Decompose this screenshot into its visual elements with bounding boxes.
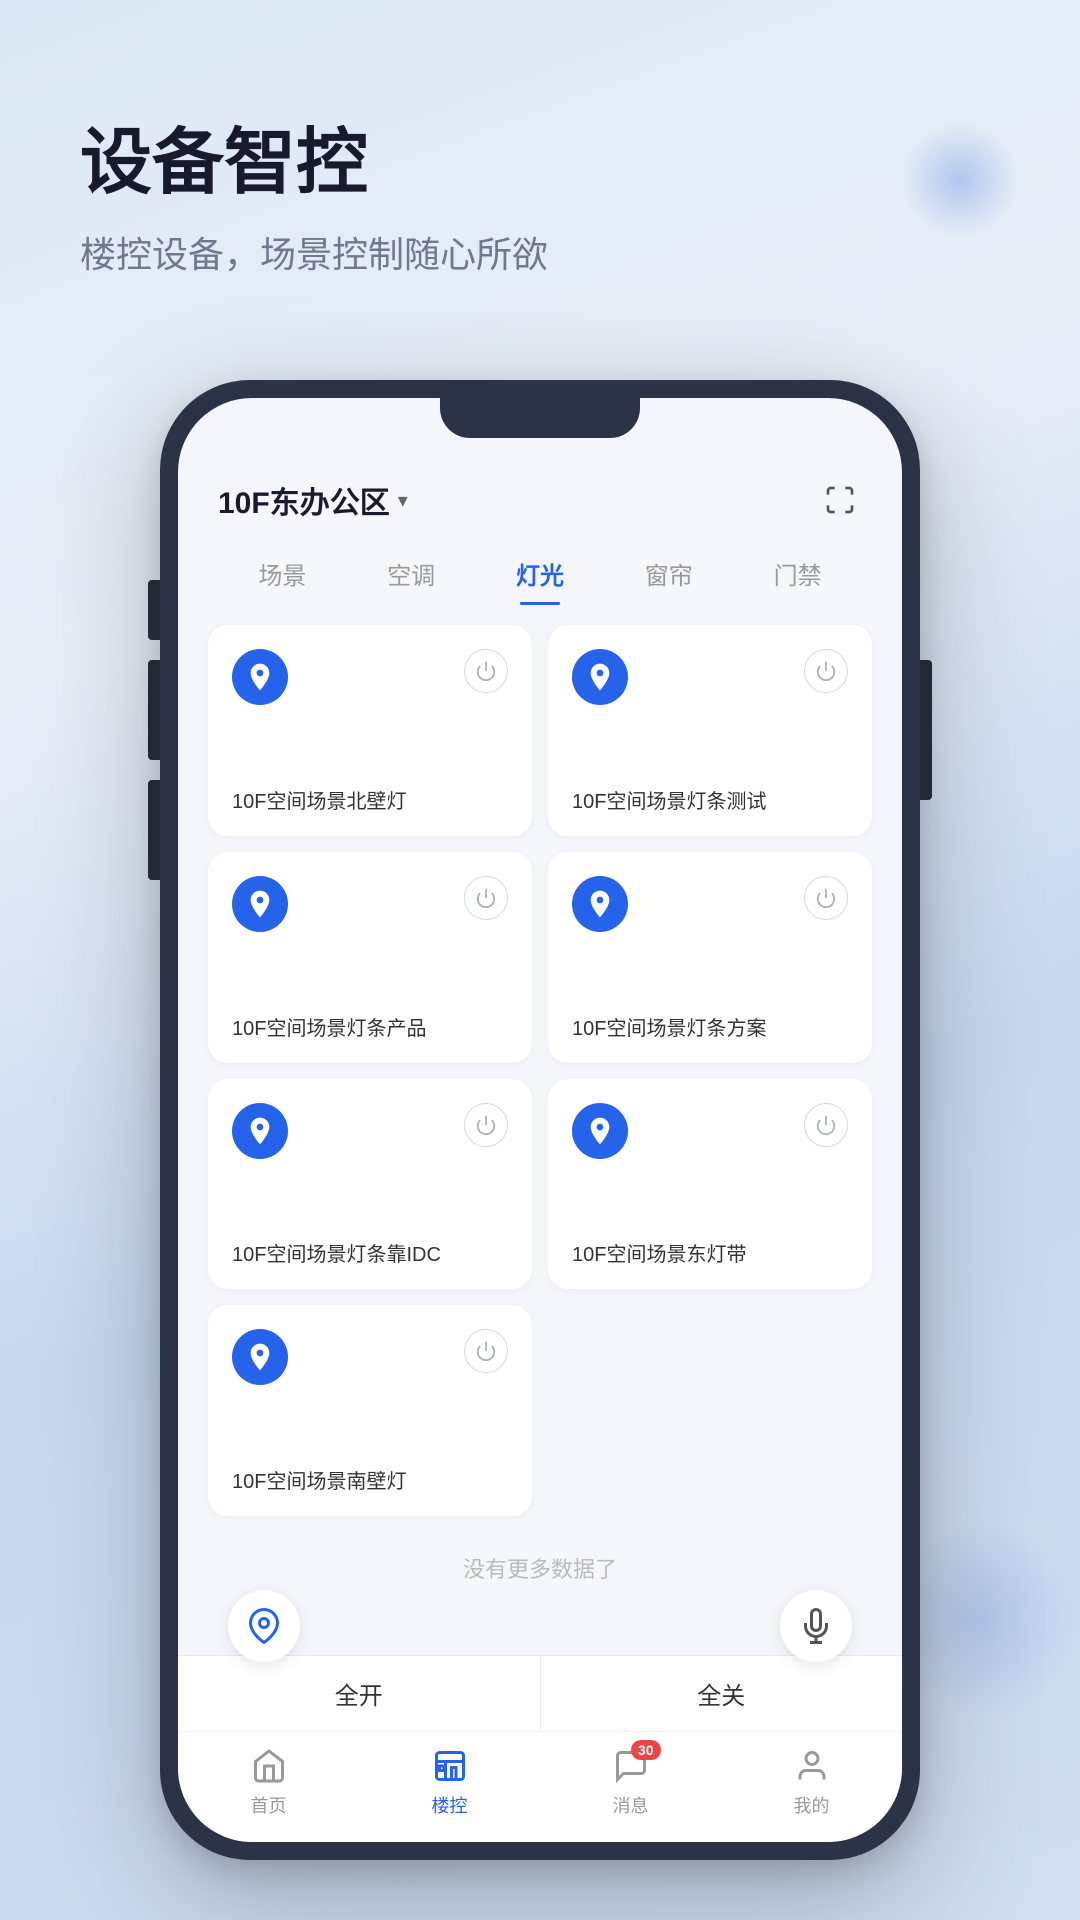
tab-curtain[interactable]: 窗帘	[604, 542, 733, 605]
device-name-5: 10F空间场景东灯带	[572, 1241, 848, 1269]
nav-label-user: 我的	[794, 1792, 830, 1818]
nav-item-home[interactable]: 首页	[178, 1746, 359, 1818]
device-card-top-3	[572, 876, 848, 932]
action-bar: 全开 全关	[178, 1655, 902, 1731]
device-card-5[interactable]: 10F空间场景东灯带	[548, 1079, 872, 1290]
device-name-4: 10F空间场景灯条靠IDC	[232, 1241, 508, 1269]
phone-screen: 10F东办公区 ▾ 场景 空调 灯光 窗帘 门禁	[178, 398, 902, 1842]
device-card-3[interactable]: 10F空间场景灯条方案	[548, 852, 872, 1063]
power-btn-2[interactable]	[464, 876, 508, 920]
device-icon-0	[232, 649, 288, 705]
power-btn-3[interactable]	[804, 876, 848, 920]
message-badge: 30	[631, 1740, 661, 1760]
device-name-0: 10F空间场景北壁灯	[232, 788, 508, 816]
power-btn-4[interactable]	[464, 1103, 508, 1147]
phone-notch	[440, 398, 640, 438]
float-location-button[interactable]	[228, 1590, 300, 1662]
device-icon-6	[232, 1329, 288, 1385]
device-card-top-5	[572, 1103, 848, 1159]
device-name-2: 10F空间场景灯条产品	[232, 1015, 508, 1043]
device-card-6[interactable]: 10F空间场景南壁灯	[208, 1305, 532, 1516]
all-off-button[interactable]: 全关	[541, 1656, 903, 1731]
device-card-top-1	[572, 649, 848, 705]
device-card-top-0	[232, 649, 508, 705]
expand-icon[interactable]	[818, 478, 862, 522]
device-name-3: 10F空间场景灯条方案	[572, 1015, 848, 1043]
device-card-top-6	[232, 1329, 508, 1385]
tab-scene[interactable]: 场景	[218, 542, 347, 605]
power-btn-1[interactable]	[804, 649, 848, 693]
device-card-4[interactable]: 10F空间场景灯条靠IDC	[208, 1079, 532, 1290]
device-card-0[interactable]: 10F空间场景北壁灯	[208, 625, 532, 836]
nav-item-user[interactable]: 我的	[721, 1746, 902, 1818]
power-btn-5[interactable]	[804, 1103, 848, 1147]
bottom-nav: 首页 楼控	[178, 1731, 902, 1842]
phone-button-mute	[148, 580, 160, 640]
phone-button-vol-up	[148, 660, 160, 760]
device-name-6: 10F空间场景南壁灯	[232, 1468, 508, 1496]
power-btn-0[interactable]	[464, 649, 508, 693]
device-icon-1	[572, 649, 628, 705]
nav-label-home: 首页	[251, 1792, 287, 1818]
location-selector[interactable]: 10F东办公区 ▾	[218, 478, 408, 522]
no-more-data: 没有更多数据了	[208, 1532, 872, 1635]
device-card-top-2	[232, 876, 508, 932]
message-icon: 30	[611, 1746, 651, 1786]
phone-button-vol-down	[148, 780, 160, 880]
device-icon-4	[232, 1103, 288, 1159]
tab-aircon[interactable]: 空调	[347, 542, 476, 605]
device-name-1: 10F空间场景灯条测试	[572, 788, 848, 816]
building-icon	[430, 1746, 470, 1786]
device-icon-5	[572, 1103, 628, 1159]
phone-button-power	[920, 660, 932, 800]
location-text: 10F东办公区	[218, 478, 390, 522]
tabs-bar: 场景 空调 灯光 窗帘 门禁	[178, 522, 902, 605]
device-card-top-4	[232, 1103, 508, 1159]
nav-item-message[interactable]: 30 消息	[540, 1746, 721, 1818]
page-subtitle: 楼控设备，场景控制随心所欲	[80, 226, 1000, 278]
screen-content: 10F东办公区 ▾ 场景 空调 灯光 窗帘 门禁	[178, 398, 902, 1842]
float-mic-button[interactable]	[780, 1590, 852, 1662]
tab-access[interactable]: 门禁	[733, 542, 862, 605]
page-title: 设备智控	[80, 120, 1000, 206]
chevron-down-icon: ▾	[398, 488, 408, 513]
phone-frame: 10F东办公区 ▾ 场景 空调 灯光 窗帘 门禁	[160, 380, 920, 1860]
user-icon	[792, 1746, 832, 1786]
bg-decoration-top	[900, 120, 1020, 240]
device-card-1[interactable]: 10F空间场景灯条测试	[548, 625, 872, 836]
tab-light[interactable]: 灯光	[476, 542, 605, 605]
device-card-2[interactable]: 10F空间场景灯条产品	[208, 852, 532, 1063]
nav-item-building[interactable]: 楼控	[359, 1746, 540, 1818]
power-btn-6[interactable]	[464, 1329, 508, 1373]
all-on-button[interactable]: 全开	[178, 1656, 541, 1731]
device-icon-3	[572, 876, 628, 932]
nav-label-building: 楼控	[432, 1792, 468, 1818]
device-icon-2	[232, 876, 288, 932]
home-icon	[249, 1746, 289, 1786]
nav-label-message: 消息	[613, 1792, 649, 1818]
app-header: 10F东办公区 ▾	[178, 448, 902, 522]
phone-mockup: 10F东办公区 ▾ 场景 空调 灯光 窗帘 门禁	[160, 380, 920, 1860]
device-grid: 10F空间场景北壁灯	[178, 605, 902, 1655]
